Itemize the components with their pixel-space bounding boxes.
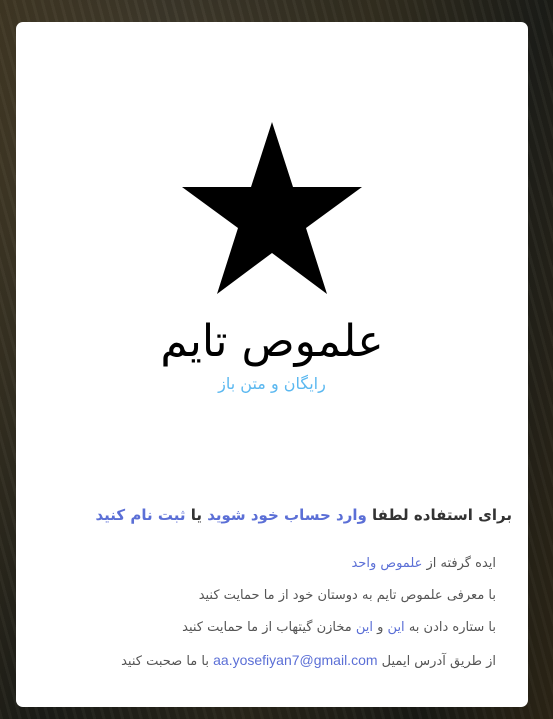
welcome-card: علموص تایم رایگان و متن باز برای استفاده…	[16, 22, 528, 707]
login-separator: یا	[185, 506, 208, 524]
contact-prefix: از طریق آدرس ایمیل	[377, 654, 496, 669]
app-title: علموص تایم	[160, 316, 384, 367]
star-and: و	[373, 620, 388, 635]
register-link[interactable]: ثبت نام کنید	[95, 506, 185, 524]
idea-link[interactable]: علموص واحد	[351, 556, 422, 571]
idea-prefix: ایده گرفته از	[422, 556, 497, 571]
star-repos-text: با ستاره دادن به این و این مخازن گیتهاب …	[32, 618, 496, 638]
contact-suffix: با ما صحبت کنید	[121, 654, 214, 669]
idea-credit: ایده گرفته از علموص واحد	[32, 554, 496, 574]
email-link[interactable]: aa.yosefiyan7@gmail.com	[213, 652, 377, 668]
star-prefix: با ستاره دادن به	[404, 620, 496, 635]
login-link[interactable]: وارد حساب خود شوید	[207, 506, 367, 524]
login-prompt: برای استفاده لطفا وارد حساب خود شوید یا …	[32, 504, 512, 526]
app-tagline: رایگان و متن باز	[218, 374, 326, 393]
repo-link-2[interactable]: این	[356, 620, 373, 635]
repo-link-1[interactable]: این	[388, 620, 405, 635]
star-suffix: مخازن گیتهاب از ما حمایت کنید	[182, 620, 356, 635]
share-text: با معرفی علموص تایم به دوستان خود از ما …	[198, 588, 496, 603]
login-prompt-prefix: برای استفاده لطفا	[366, 506, 512, 524]
contact-text: از طریق آدرس ایمیل aa.yosefiyan7@gmail.c…	[32, 650, 496, 672]
star-icon	[182, 122, 362, 294]
